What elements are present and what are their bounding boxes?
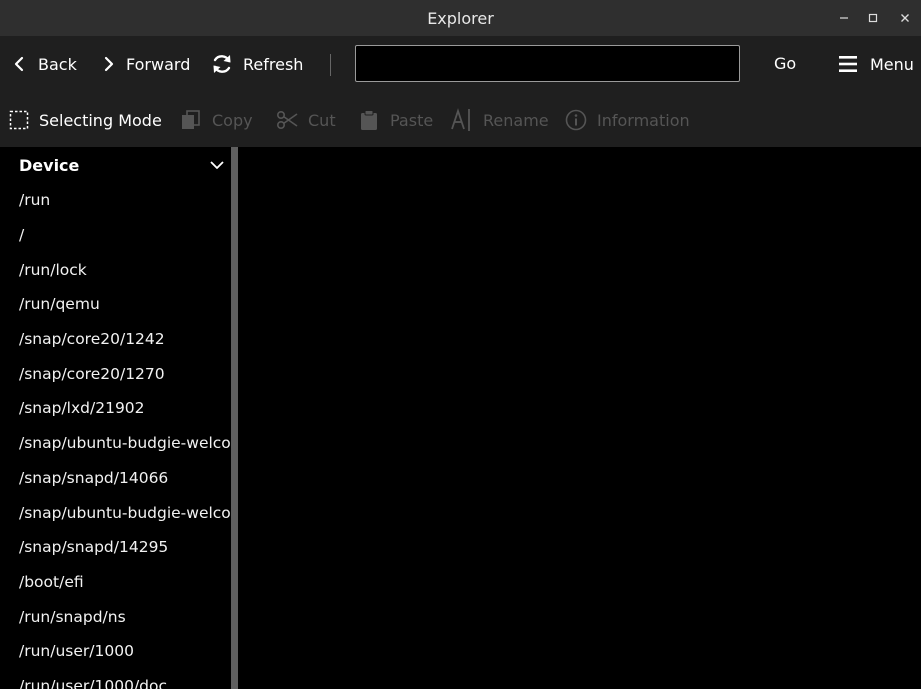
copy-button[interactable]: Copy (180, 104, 253, 136)
menu-label: Menu (870, 54, 914, 74)
selecting-mode-button[interactable]: Selecting Mode (9, 104, 162, 136)
rename-icon (451, 108, 473, 132)
forward-label: Forward (126, 54, 191, 74)
back-button[interactable]: Back (12, 46, 77, 82)
refresh-label: Refresh (243, 54, 304, 74)
forward-button[interactable]: Forward (100, 46, 190, 82)
rename-button[interactable]: Rename (451, 104, 549, 136)
sidebar-splitter[interactable] (231, 147, 238, 689)
toolbar-divider (330, 54, 331, 76)
device-item[interactable]: /run/snapd/ns (0, 599, 231, 634)
chevron-left-icon (12, 56, 28, 72)
device-header-label: Device (19, 155, 80, 175)
copy-label: Copy (212, 110, 253, 130)
selecting-mode-label: Selecting Mode (39, 110, 162, 130)
hamburger-menu-icon (838, 55, 858, 73)
device-item[interactable]: /snap/lxd/21902 (0, 391, 231, 426)
device-item[interactable]: /snap/core20/1242 (0, 322, 231, 357)
back-label: Back (38, 54, 77, 74)
cut-label: Cut (308, 110, 336, 130)
device-group-header[interactable]: Device (0, 147, 231, 183)
information-button[interactable]: Information (565, 104, 690, 136)
copy-icon (180, 109, 202, 131)
file-content-area[interactable] (238, 147, 921, 689)
information-label: Information (597, 110, 690, 130)
device-item[interactable]: /snap/snapd/14066 (0, 461, 231, 496)
chevron-right-icon (100, 56, 116, 72)
device-item[interactable]: /run/user/1000/doc (0, 669, 231, 689)
device-item[interactable]: /run/qemu (0, 287, 231, 322)
refresh-icon (211, 53, 233, 75)
title-bar: Explorer (0, 0, 921, 36)
device-item[interactable]: /snap/ubuntu-budgie-welco (0, 426, 231, 461)
device-sidebar: Device /run / /run/lock /run/qemu /snap/… (0, 147, 231, 689)
close-icon[interactable] (890, 0, 920, 36)
clipboard-icon (358, 109, 380, 131)
device-item[interactable]: /run/user/1000 (0, 634, 231, 669)
device-item[interactable]: /snap/ubuntu-budgie-welco (0, 495, 231, 530)
toolbar: Back Forward Refresh Go Menu Selecting M… (0, 36, 921, 147)
chevron-down-icon[interactable] (210, 155, 224, 174)
selection-box-icon (9, 110, 29, 130)
rename-label: Rename (483, 110, 549, 130)
device-item[interactable]: /snap/core20/1270 (0, 356, 231, 391)
device-item[interactable]: /boot/efi (0, 565, 231, 600)
window-title: Explorer (427, 8, 494, 28)
paste-button[interactable]: Paste (358, 104, 433, 136)
cut-button[interactable]: Cut (276, 104, 336, 136)
menu-button[interactable]: Menu (838, 50, 914, 78)
go-button[interactable]: Go (774, 54, 796, 73)
minimize-icon[interactable] (829, 0, 859, 36)
device-item[interactable]: /snap/snapd/14295 (0, 530, 231, 565)
maximize-icon[interactable] (858, 0, 888, 36)
device-item[interactable]: /run/lock (0, 252, 231, 287)
address-input[interactable] (355, 45, 740, 82)
device-item[interactable]: /run (0, 183, 231, 218)
scissors-icon (276, 109, 298, 131)
refresh-button[interactable]: Refresh (211, 46, 303, 82)
info-icon (565, 109, 587, 131)
paste-label: Paste (390, 110, 434, 130)
device-item[interactable]: / (0, 218, 231, 253)
